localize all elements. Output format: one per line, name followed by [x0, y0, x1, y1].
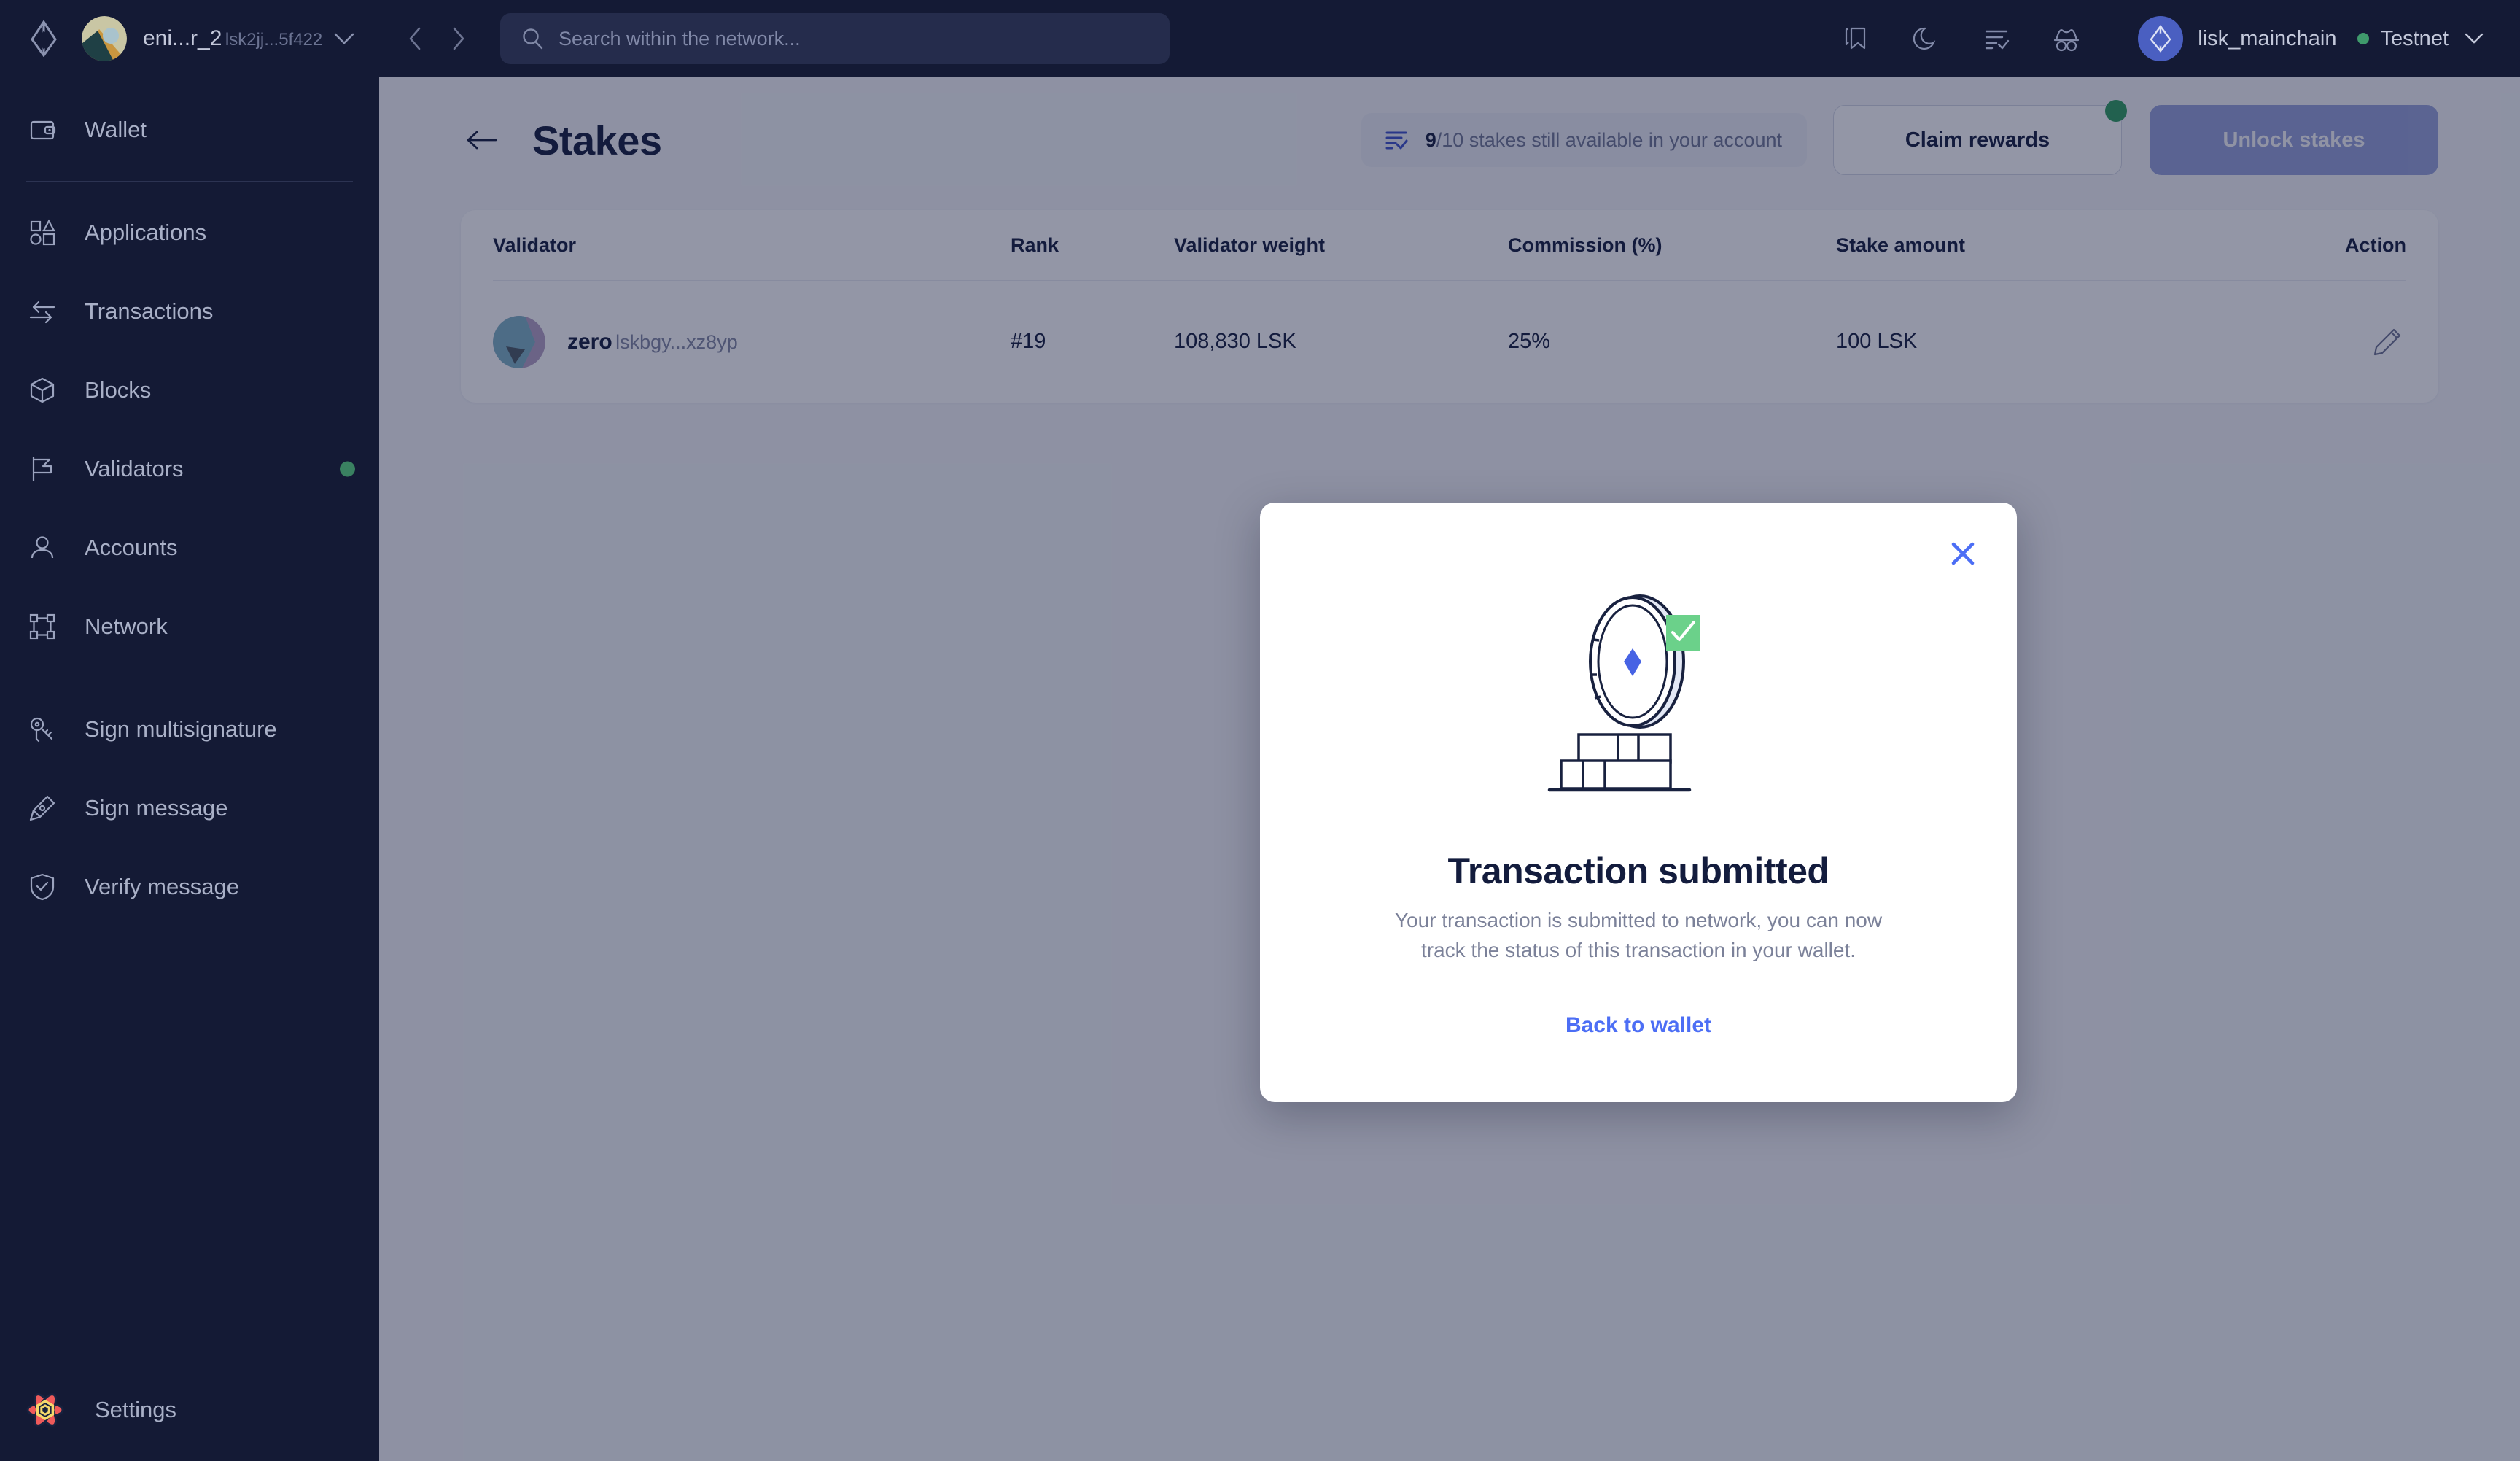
network-name: Testnet [2380, 26, 2449, 50]
main-content: Stakes 9/10 stakes still available in yo… [379, 77, 2520, 1461]
incognito-icon[interactable] [2046, 18, 2087, 59]
sidebar-item-accounts[interactable]: Accounts [0, 508, 379, 587]
sidebar-item-label: Blocks [85, 377, 152, 403]
sidebar-item-validators[interactable]: Validators [0, 430, 379, 508]
coin-on-bricks-success-icon [1529, 573, 1748, 806]
transactions-filter-icon[interactable] [1976, 18, 2017, 59]
sidebar-item-label: Sign multisignature [85, 716, 277, 742]
close-x-icon[interactable] [1944, 535, 1982, 573]
pen-nib-icon [26, 792, 58, 824]
sidebar-item-label: Sign message [85, 795, 228, 821]
sidebar-item-label: Accounts [85, 535, 178, 560]
account-address: lsk2jj...5f422 [225, 30, 323, 50]
sidebar-item-verify-message[interactable]: Verify message [0, 848, 379, 926]
network-nodes-icon [26, 611, 58, 643]
sidebar-item-label: Transactions [85, 298, 214, 324]
sidebar-item-label: Applications [85, 220, 207, 245]
lisk-coin-icon [2138, 16, 2184, 61]
chevron-down-icon[interactable] [330, 24, 359, 53]
accounts-person-icon [26, 532, 58, 564]
topbar: lisk_mainchain Testnet [379, 0, 2520, 77]
settings-atom-icon [16, 1381, 74, 1439]
status-dot [340, 461, 355, 477]
sidebar-item-network[interactable]: Network [0, 587, 379, 666]
sidebar-item-sign-message[interactable]: Sign message [0, 769, 379, 848]
network-status-dot [2357, 33, 2369, 44]
transaction-submitted-modal: Transaction submitted Your transaction i… [1260, 503, 2017, 1102]
shield-check-icon [26, 871, 58, 903]
modal-footer: Back to wallet [1260, 949, 2017, 1102]
content-column: lisk_mainchain Testnet [379, 0, 2520, 1461]
account-switcher[interactable]: eni...r_2 lsk2jj...5f422 [0, 0, 379, 77]
modal-title: Transaction submitted [1447, 850, 1829, 891]
history-nav [398, 22, 475, 55]
search-icon [519, 26, 545, 52]
sidebar-item-label: Settings [95, 1397, 177, 1422]
chain-name: lisk_mainchain [2198, 26, 2337, 50]
lisk-logo-icon [25, 20, 63, 58]
sidebar-divider-1 [26, 181, 353, 182]
dark-mode-moon-icon[interactable] [1906, 18, 1947, 59]
back-to-wallet-link[interactable]: Back to wallet [1566, 1013, 1711, 1038]
sidebar-item-applications[interactable]: Applications [0, 193, 379, 272]
topbar-actions: lisk_mainchain Testnet [1807, 16, 2486, 61]
sidebar-item-label: Verify message [85, 874, 239, 899]
search-bar[interactable] [500, 13, 1170, 64]
applications-icon [26, 217, 58, 249]
modal-body: Transaction submitted Your transaction i… [1260, 503, 2017, 965]
validators-flag-icon [26, 453, 58, 485]
search-input[interactable] [559, 27, 1151, 50]
chevron-down-icon[interactable] [2462, 26, 2486, 51]
chain-selector[interactable]: lisk_mainchain Testnet [2138, 16, 2486, 61]
sidebar-item-blocks[interactable]: Blocks [0, 351, 379, 430]
account-name: eni...r_2 [143, 26, 222, 50]
app-root: eni...r_2 lsk2jj...5f422 Wallet Applicat… [0, 0, 2520, 1461]
sidebar-item-wallet[interactable]: Wallet [0, 90, 379, 169]
chevron-left-icon[interactable] [398, 22, 432, 55]
wallet-icon [26, 114, 58, 146]
sidebar-item-label: Wallet [85, 117, 147, 142]
sidebar-item-label: Network [85, 613, 168, 639]
account-avatar [82, 16, 127, 61]
bookmarks-icon[interactable] [1836, 18, 1877, 59]
transactions-icon [26, 295, 58, 328]
sidebar: eni...r_2 lsk2jj...5f422 Wallet Applicat… [0, 0, 379, 1461]
sidebar-item-sign-multisignature[interactable]: Sign multisignature [0, 690, 379, 769]
chevron-right-icon[interactable] [442, 22, 475, 55]
keys-icon [26, 713, 58, 745]
sidebar-nav: Wallet Applications Transactions Blocks … [0, 77, 379, 926]
sidebar-item-transactions[interactable]: Transactions [0, 272, 379, 351]
sidebar-item-settings[interactable]: Settings [0, 1359, 379, 1461]
blocks-icon [26, 374, 58, 406]
sidebar-item-label: Validators [85, 456, 184, 481]
